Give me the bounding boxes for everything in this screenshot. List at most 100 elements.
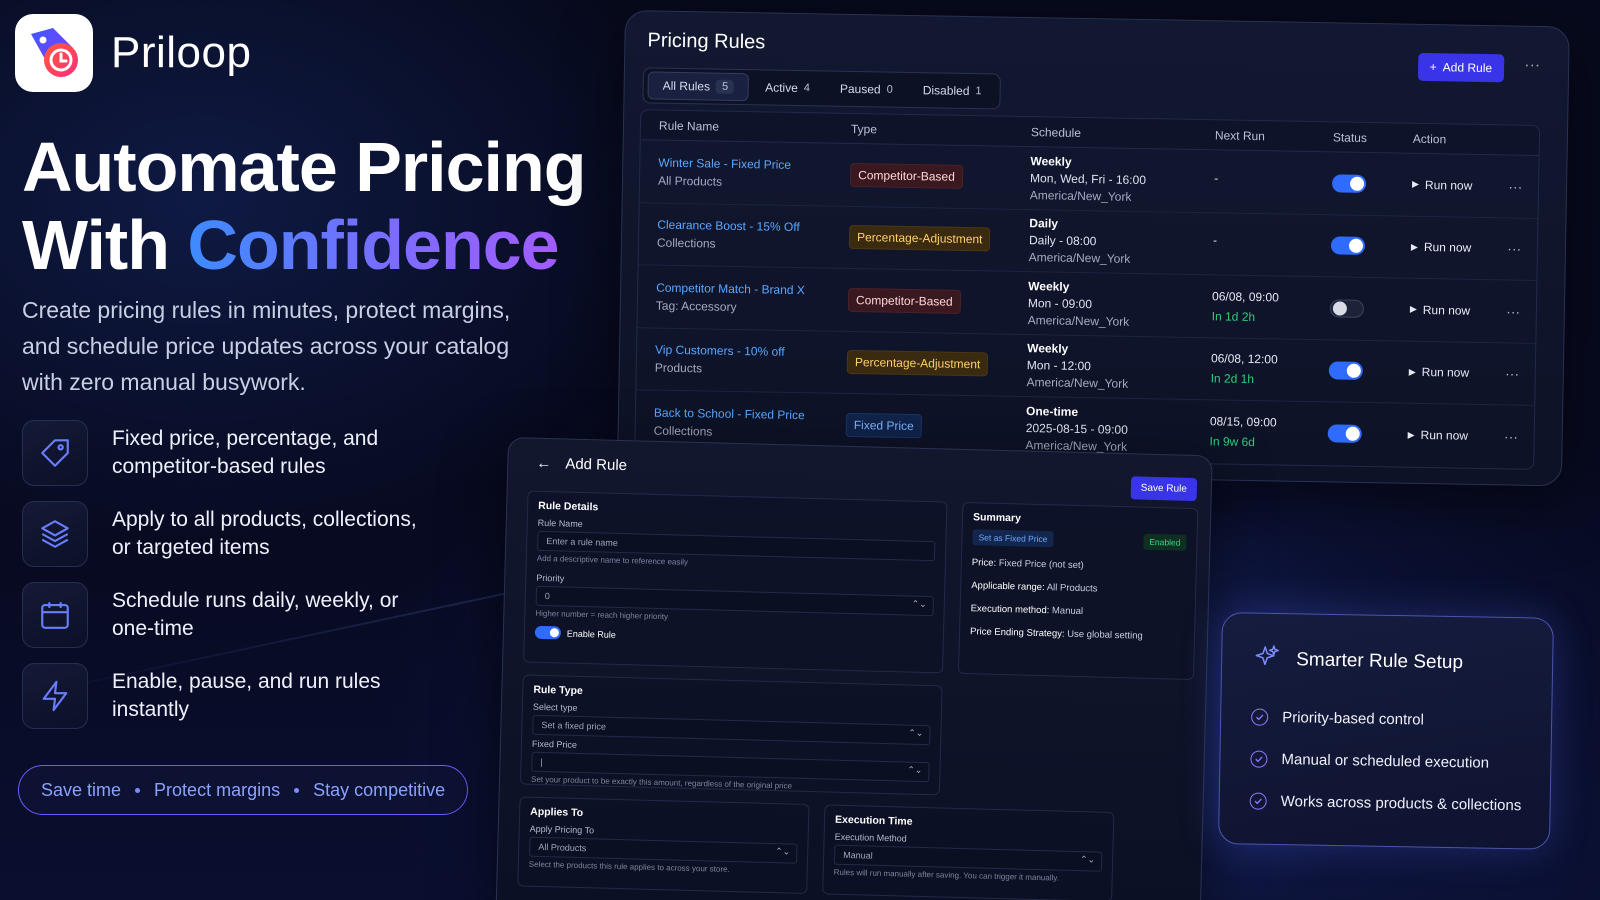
run-now-button[interactable]: Run now [1423,303,1471,318]
run-now-button[interactable]: Run now [1422,365,1470,380]
schedule-time: 2025-08-15 - 09:00 [1025,421,1128,438]
type-cell: Competitor-Based [849,162,1030,190]
play-icon: ▶ [1408,366,1416,377]
applies-to-section: Applies To Apply Pricing To All Products… [517,796,810,894]
rule-details-section: Rule Details Rule Name Enter a rule name… [523,490,948,674]
status-cell [1330,236,1411,256]
next-run-time: 06/08, 12:00 [1210,351,1278,367]
tab-count: 4 [803,82,811,95]
next-run-cell: 06/08, 09:00 In 1d 2h [1212,289,1331,325]
type-cell: Percentage-Adjustment [846,350,1027,377]
schedule-cell: Weekly Mon - 12:00 America/New_York [1026,341,1211,392]
rule-name-link[interactable]: Competitor Match - Brand X [656,280,848,297]
col-action: Action [1412,131,1447,146]
back-arrow-icon[interactable]: ← [536,455,551,472]
tab-label: Disabled [922,83,970,99]
action-cell: ▶ Run now ··· [1409,364,1540,383]
summary-range: Applicable range: All Products [971,580,1185,597]
select-value: Manual [843,849,873,861]
check-circle-icon [1250,750,1268,768]
headline-accent: Confidence [187,206,559,284]
schedule-time: Mon, Wed, Fri - 16:00 [1030,170,1147,187]
smart-item-text: Works across products & collections [1280,792,1522,814]
type-cell: Competitor-Based [847,287,1028,315]
status-toggle[interactable] [1330,236,1366,256]
rules-table: Rule Name Type Schedule Next Run Status … [634,109,1541,470]
schedule-cell: Daily Daily - 08:00 America/New_York [1029,216,1214,267]
rule-name-link[interactable]: Back to School - Fixed Price [654,406,846,423]
feature-item: Schedule runs daily, weekly, or one-time [22,582,432,648]
run-now-button[interactable]: Run now [1425,178,1473,193]
smart-title: Smarter Rule Setup [1295,649,1464,674]
col-next-run: Next Run [1214,127,1266,143]
benefits-pill: Save time Protect margins Stay competiti… [18,765,469,815]
execution-method-select[interactable]: Manual ⌃⌄ [833,844,1103,872]
rule-name-link[interactable]: Winter Sale - Fixed Price [658,155,850,172]
type-badge: Competitor-Based [847,287,961,314]
save-rule-button[interactable]: Save Rule [1130,476,1198,502]
play-icon: ▶ [1411,179,1420,190]
tab-all-rules[interactable]: All Rules 5 [647,71,750,102]
tab-count: 5 [715,79,735,94]
tab-paused[interactable]: Paused 0 [826,76,907,103]
action-cell: ▶ Run now ··· [1412,177,1540,196]
schedule-frequency: Weekly [1030,153,1072,169]
col-schedule: Schedule [1030,124,1082,140]
next-run-cell: - [1213,234,1331,256]
schedule-frequency: Daily [1029,216,1059,231]
tab-active[interactable]: Active 4 [751,74,824,101]
next-run-time: - [1212,233,1218,248]
status-badge: Enabled [1143,533,1187,551]
check-circle-icon [1249,792,1267,810]
apply-pricing-select[interactable]: All Products ⌃⌄ [529,836,798,864]
schedule-frequency: One-time [1025,404,1079,420]
row-more-button[interactable]: ··· [1506,303,1520,319]
tab-disabled[interactable]: Disabled 1 [909,77,996,105]
row-more-button[interactable]: ··· [1508,178,1522,194]
section-title: Summary [972,511,1022,525]
summary-exec: Execution method: Manual [971,603,1185,620]
next-run-cell: - [1214,171,1332,193]
stepper-chevron-icon: ⌃⌄ [907,764,923,775]
row-more-button[interactable]: ··· [1504,429,1518,445]
feature-text: Fixed price, percentage, and competitor-… [112,427,379,478]
next-run-countdown: In 9w 6d [1209,434,1256,450]
rule-scope: Collections [653,423,713,439]
feature-text: Schedule runs daily, weekly, or one-time [112,589,399,640]
smarter-rule-setup-card: Smarter Rule Setup Priority-based contro… [1217,612,1554,850]
next-run-cell: 06/08, 12:00 In 2d 1h [1211,352,1330,388]
brand-name: Priloop [111,28,252,77]
run-now-button[interactable]: Run now [1424,240,1472,255]
row-more-button[interactable]: ··· [1507,241,1521,257]
status-toggle[interactable] [1329,299,1365,318]
rule-name-cell: Vip Customers - 10% off Products [655,343,848,378]
feature-text: Enable, pause, and run rules instantly [112,670,381,721]
rule-name-link[interactable]: Vip Customers - 10% off [655,343,847,360]
enable-rule-label: Enable Rule [566,628,617,640]
next-run-time: 08/15, 09:00 [1209,414,1277,430]
add-rule-header: ← Add Rule [536,455,627,474]
rule-name-cell: Clearance Boost - 15% Off Collections [657,218,850,253]
summary-value: Use global setting [1067,628,1143,642]
benefit-protect-margins: Protect margins [154,779,281,800]
status-cell [1331,174,1412,193]
rule-name-link[interactable]: Clearance Boost - 15% Off [657,218,849,235]
summary-ending: Price Ending Strategy: Use global settin… [970,626,1184,643]
more-options-button[interactable]: ··· [1524,57,1540,75]
action-cell: ▶ Run now ··· [1411,239,1540,258]
summary-label: Applicable range: [971,580,1045,594]
add-rule-button[interactable]: + Add Rule [1417,52,1505,83]
tab-label: Active [765,80,798,96]
bullet-dot [294,787,300,793]
feature-item: Fixed price, percentage, and competitor-… [22,420,432,486]
status-toggle[interactable] [1331,174,1367,193]
rule-name-cell: Back to School - Fixed Price Collections [654,406,847,441]
row-more-button[interactable]: ··· [1505,366,1519,382]
status-toggle[interactable] [1327,424,1362,444]
schedule-cell: Weekly Mon, Wed, Fri - 16:00 America/New_Y… [1030,154,1215,205]
status-toggle[interactable] [1328,361,1363,381]
enable-rule-toggle[interactable] [534,625,562,640]
hero-headline: Automate Pricing With Confidence [22,128,587,284]
tab-count: 0 [886,83,893,96]
run-now-button[interactable]: Run now [1421,428,1469,443]
